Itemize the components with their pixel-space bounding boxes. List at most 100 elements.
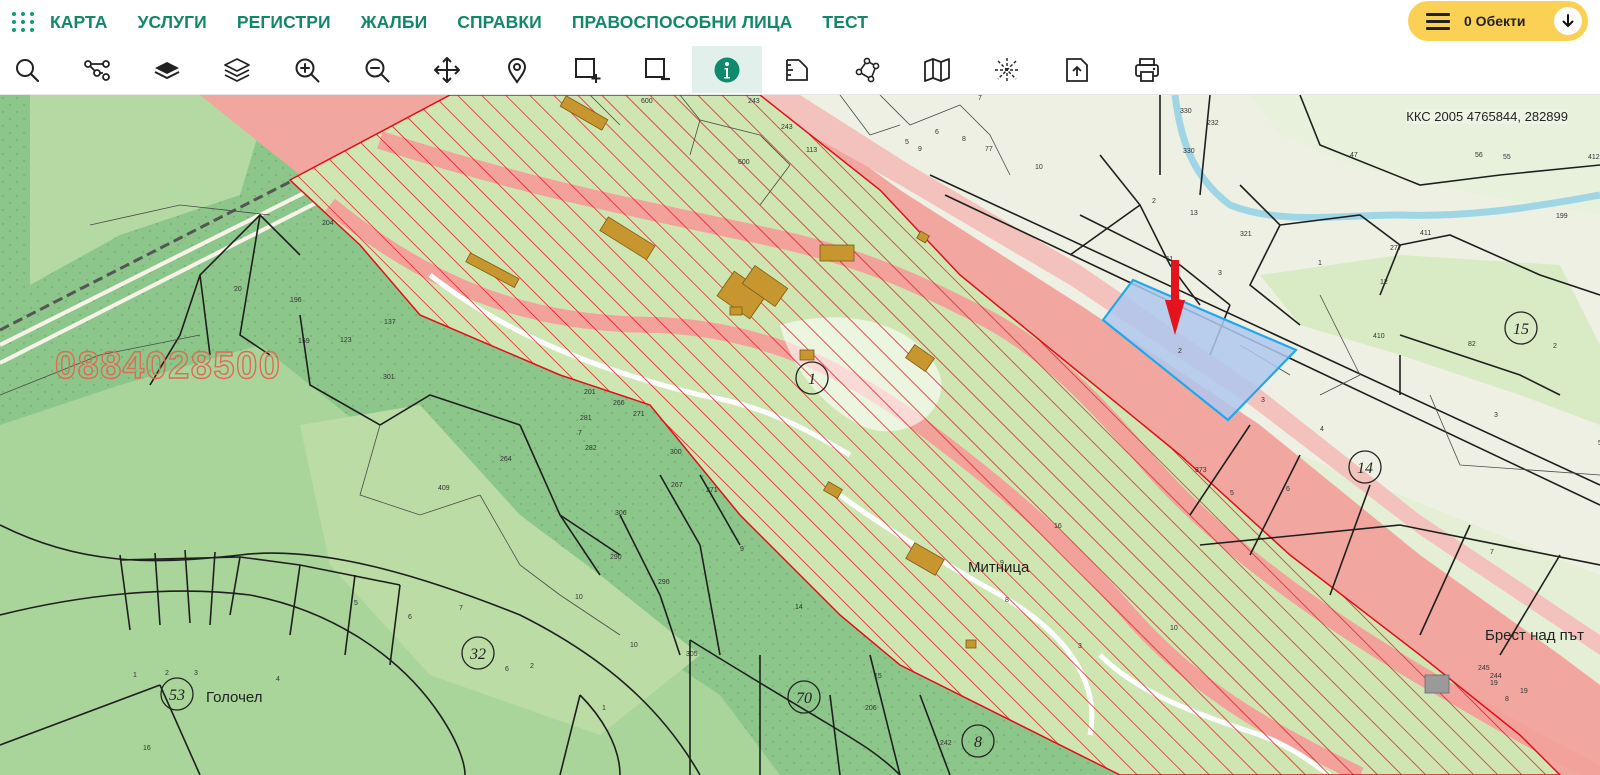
measure-icon[interactable] [762, 46, 832, 93]
parcel-number: 5 [354, 600, 358, 607]
parcel-number: 2 [530, 663, 534, 670]
parcel-number: 196 [290, 297, 302, 304]
arrow-down-icon[interactable] [1554, 7, 1582, 35]
pan-icon[interactable] [412, 46, 482, 93]
top-navigation-bar: КАРТА УСЛУГИ РЕГИСТРИ ЖАЛБИ СПРАВКИ ПРАВ… [0, 0, 1600, 44]
parcel-number: 16 [143, 745, 151, 752]
parcel-number: 3 [1261, 397, 1265, 404]
parcel-number: 321 [1240, 231, 1252, 238]
map-icon[interactable] [902, 46, 972, 93]
parcel-number: 7 [459, 605, 463, 612]
parcel-number: 10 [1170, 625, 1178, 632]
parcel-number: 204 [322, 220, 334, 227]
parcel-number: 245 [1478, 665, 1490, 672]
parcel-number: 243 [748, 98, 760, 105]
place-name: Митница [968, 559, 1030, 576]
parcel-number: 600 [641, 98, 653, 105]
select-remove-icon[interactable] [622, 46, 692, 93]
parcel-number: 7 [578, 430, 582, 437]
map-toolbar [0, 44, 1600, 95]
watermark-phone: 0884028500 [55, 345, 281, 387]
parcel-number: 2 [1178, 348, 1182, 355]
parcel-number: 282 [585, 445, 597, 452]
parcel-number: 2 [1553, 343, 1557, 350]
zone-number: 8 [974, 734, 982, 751]
parcel-number: 305 [686, 651, 698, 658]
parcel-number: 301 [383, 374, 395, 381]
parcel-number: 123 [340, 337, 352, 344]
polygon-icon[interactable] [832, 46, 902, 93]
parcel-number: 232 [1207, 120, 1219, 127]
parcel-number: 55 [1503, 154, 1511, 161]
parcel-number: 16 [1054, 523, 1062, 530]
parcel-number: 290 [610, 554, 622, 561]
cadastre-tools-icon[interactable] [972, 46, 1042, 93]
nav-zhalbi[interactable]: ЖАЛБИ [361, 12, 428, 33]
parcel-number: 281 [580, 415, 592, 422]
parcel-number: 5 [1230, 490, 1234, 497]
info-icon[interactable] [692, 46, 762, 93]
parcel-number: 10 [1035, 164, 1043, 171]
parcel-number: 9 [740, 546, 744, 553]
layers-icon[interactable] [202, 46, 272, 93]
zone-number: 32 [469, 646, 486, 663]
print-icon[interactable] [1112, 46, 1182, 93]
parcel-number: 3 [194, 670, 198, 677]
main-nav: КАРТА УСЛУГИ РЕГИСТРИ ЖАЛБИ СПРАВКИ ПРАВ… [50, 12, 868, 33]
parcel-number: 3 [1494, 412, 1498, 419]
parcel-number: 10 [630, 642, 638, 649]
select-add-icon[interactable] [552, 46, 622, 93]
parcel-number: 13 [1190, 210, 1198, 217]
nav-uslugi[interactable]: УСЛУГИ [138, 12, 207, 33]
parcel-number: 15 [874, 673, 882, 680]
nav-spravki[interactable]: СПРАВКИ [457, 12, 542, 33]
parcel-number: 56 [1475, 152, 1483, 159]
base-layer-icon[interactable] [132, 46, 202, 93]
map-canvas[interactable]: 0884028500 115143253 708 МитницаГолочелБр… [0, 95, 1600, 775]
zone-number: 1 [808, 371, 816, 388]
coordinates-readout: ККС 2005 4765844, 282899 [1406, 109, 1568, 124]
parcel-number: 330 [1180, 108, 1192, 115]
zoom-in-icon[interactable] [272, 46, 342, 93]
parcel-number: 10 [575, 594, 583, 601]
place-name: Голочел [206, 689, 262, 706]
zoom-out-icon[interactable] [342, 46, 412, 93]
parcel-number: 137 [384, 319, 396, 326]
parcel-number: 243 [781, 124, 793, 131]
parcel-number: 6 [935, 129, 939, 136]
parcel-number: 412 [1588, 154, 1600, 161]
zone-number: 70 [796, 690, 812, 707]
parcel-number: 6 [505, 666, 509, 673]
objects-count-label: 0 Обекти [1464, 13, 1526, 29]
parcel-number: 306 [615, 510, 627, 517]
parcel-number: 19 [1520, 688, 1528, 695]
parcel-number: 8 [962, 136, 966, 143]
parcel-number: 411 [1420, 230, 1431, 237]
location-pin-icon[interactable] [482, 46, 552, 93]
parcel-number: 77 [985, 146, 993, 153]
menu-icon [1426, 12, 1450, 30]
parcel-number: 2 [165, 670, 169, 677]
nav-pravosposobni-lica[interactable]: ПРАВОСПОСОБНИ ЛИЦА [572, 12, 793, 33]
parcel-number: 47 [1350, 152, 1358, 159]
parcel-number: 1 [602, 705, 606, 712]
zone-number: 15 [1513, 321, 1529, 338]
cadastral-map[interactable]: 0884028500 1 15 14 32 53 70 8 Митница Голочел Бр… [0, 95, 1600, 775]
parcel-number: 330 [1183, 148, 1195, 155]
export-icon[interactable] [1042, 46, 1112, 93]
zone-number: 14 [1357, 460, 1373, 477]
nav-test[interactable]: ТЕСТ [822, 12, 868, 33]
route-icon[interactable] [62, 46, 132, 93]
parcel-number: 206 [865, 705, 877, 712]
apps-grid-icon[interactable] [6, 7, 40, 37]
parcel-number: 410 [1373, 333, 1385, 340]
parcel-number: 600 [738, 159, 750, 166]
nav-karta[interactable]: КАРТА [50, 12, 108, 33]
parcel-number: 277 [1390, 245, 1402, 252]
objects-button[interactable]: 0 Обекти [1408, 1, 1588, 41]
search-icon[interactable] [0, 46, 62, 93]
nav-registri[interactable]: РЕГИСТРИ [237, 12, 331, 33]
parcel-number: 242 [940, 740, 952, 747]
parcel-number: 3 [1078, 643, 1082, 650]
parcel-number: 11 [1166, 256, 1173, 263]
